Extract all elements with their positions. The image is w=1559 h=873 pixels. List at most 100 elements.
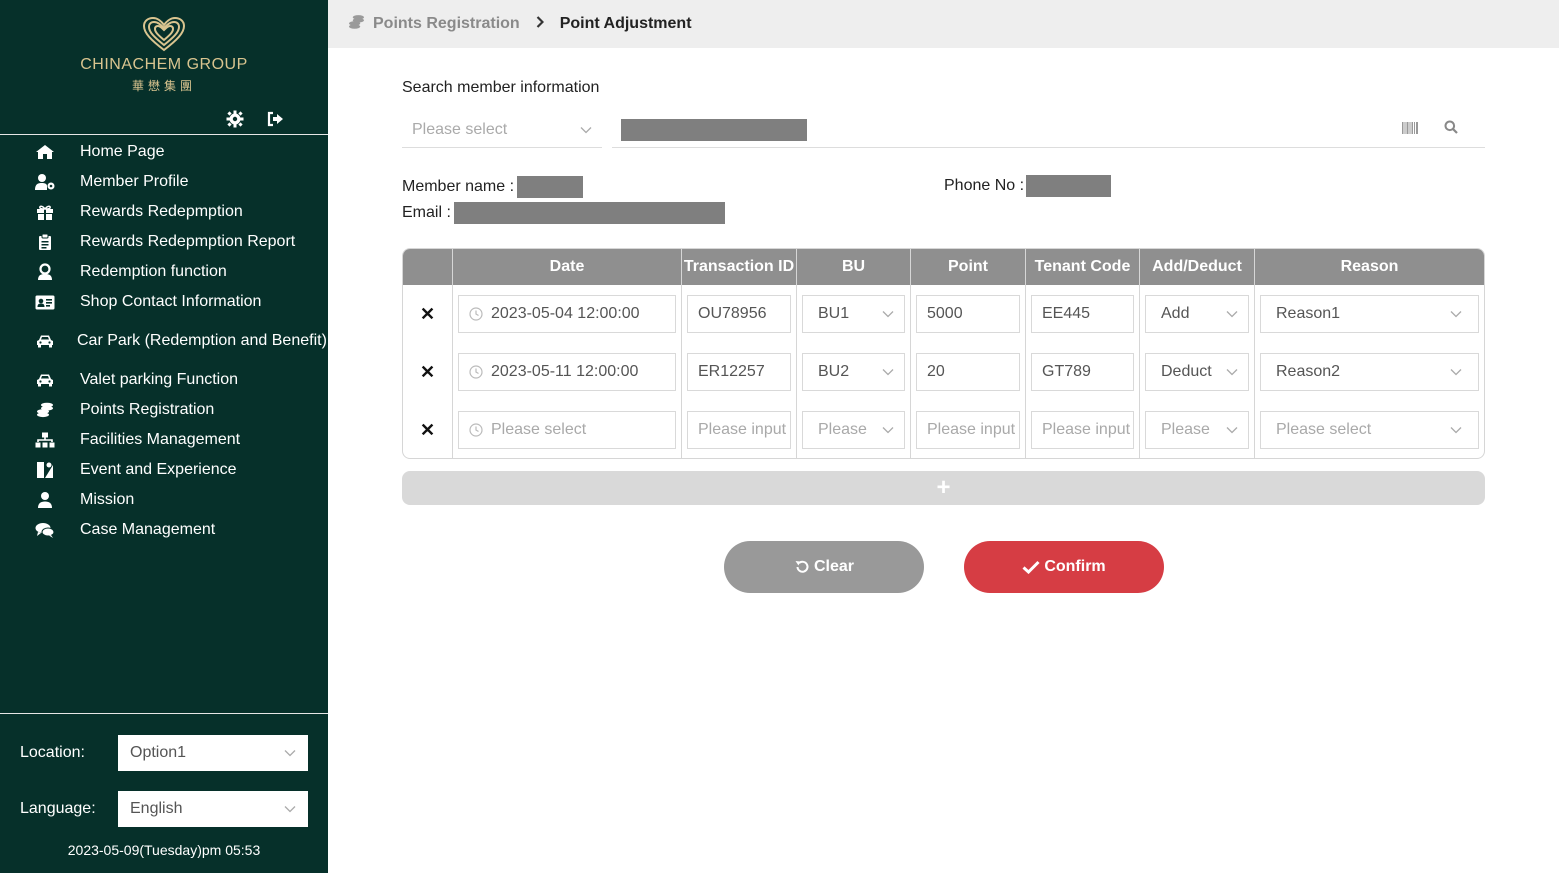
- gear-icon[interactable]: [226, 110, 244, 128]
- car-icon: [34, 371, 56, 389]
- bu-select[interactable]: BU2: [802, 353, 905, 391]
- bu-value: BU1: [818, 305, 850, 322]
- location-label: Location:: [20, 744, 85, 761]
- sidebar-nav: Home Page Member Profile Rewards Redepmp…: [0, 137, 328, 545]
- brand-name: CHINACHEM GROUP: [80, 56, 248, 73]
- language-field: Language: English: [20, 791, 308, 827]
- sidebar-item-facilities[interactable]: Facilities Management: [0, 425, 328, 455]
- add-row-button[interactable]: +: [402, 471, 1485, 505]
- redacted-search-value: [621, 118, 807, 141]
- member-name-label: Member name :: [402, 178, 515, 195]
- sidebar-item-label: Car Park (Redemption and Benefit): [77, 332, 327, 349]
- delete-row-icon[interactable]: ✕: [408, 304, 447, 325]
- breadcrumb-parent[interactable]: Points Registration: [373, 15, 520, 33]
- point-input[interactable]: Please input: [916, 411, 1020, 449]
- chevron-down-icon: [882, 305, 894, 323]
- sidebar-item-label: Valet parking Function: [80, 371, 239, 388]
- sidebar-item-valet-parking[interactable]: Valet parking Function: [0, 365, 328, 395]
- email-row: Email :: [402, 202, 725, 224]
- barcode-icon[interactable]: [1402, 121, 1418, 139]
- header-actions: [403, 249, 453, 285]
- sidebar-item-points-registration[interactable]: Points Registration: [0, 395, 328, 425]
- reason-select[interactable]: Please select: [1260, 411, 1479, 449]
- sidebar-item-home[interactable]: Home Page: [0, 137, 328, 167]
- bu-select[interactable]: Please select: [802, 411, 905, 449]
- contact-card-icon: [34, 293, 56, 311]
- sidebar-item-label: Member Profile: [80, 173, 189, 190]
- sidebar-divider: [0, 134, 328, 135]
- delete-row-icon[interactable]: ✕: [408, 362, 447, 383]
- add-deduct-placeholder: Please select: [1161, 421, 1213, 438]
- date-value: 2023-05-11 12:00:00: [491, 363, 639, 380]
- sidebar-item-label: Case Management: [80, 521, 216, 538]
- sidebar-item-member-profile[interactable]: Member Profile: [0, 167, 328, 197]
- add-deduct-select[interactable]: Please select: [1145, 411, 1249, 449]
- sidebar-item-label: Mission: [80, 491, 135, 508]
- chevron-down-icon: [1226, 305, 1238, 323]
- coins-icon: [34, 401, 56, 419]
- sidebar-clock: 2023-05-09(Tuesday)pm 05:53: [67, 842, 261, 858]
- sidebar-item-label: Points Registration: [80, 401, 215, 418]
- location-select[interactable]: Option1: [118, 735, 308, 771]
- header-point: Point: [911, 249, 1026, 285]
- bu-select[interactable]: BU1: [802, 295, 905, 333]
- date-picker[interactable]: Please select: [458, 411, 676, 449]
- sidebar-item-mission[interactable]: Mission: [0, 485, 328, 515]
- sidebar-item-redemption-function[interactable]: Redemption function: [0, 257, 328, 287]
- coins-icon: [348, 14, 365, 35]
- date-picker[interactable]: 2023-05-11 12:00:00: [458, 353, 676, 391]
- sidebar-item-case-management[interactable]: Case Management: [0, 515, 328, 545]
- reason-select[interactable]: Reason1: [1260, 295, 1479, 333]
- language-select[interactable]: English: [118, 791, 308, 827]
- heart-logo-icon: [142, 16, 186, 52]
- sidebar-item-car-park[interactable]: Car Park (Redemption and Benefit): [0, 317, 328, 365]
- adjustment-table: Date Transaction ID BU Point Tenant Code…: [402, 248, 1485, 459]
- clock-icon: [469, 307, 483, 321]
- sidebar-item-label: Redemption function: [80, 263, 227, 280]
- search-type-select[interactable]: Please select: [402, 112, 602, 148]
- chevron-right-icon: [536, 15, 544, 33]
- search-icon[interactable]: [1444, 120, 1458, 139]
- clock-icon: [469, 365, 483, 379]
- phone-label: Phone No :: [944, 177, 1025, 194]
- date-picker[interactable]: 2023-05-04 12:00:00: [458, 295, 676, 333]
- sidebar-item-label: Rewards Redepmption Report: [80, 233, 296, 250]
- search-input[interactable]: [612, 112, 1485, 148]
- undo-icon: [795, 560, 809, 573]
- bu-value: BU2: [818, 363, 850, 380]
- comments-icon: [34, 521, 56, 539]
- transaction-id-input[interactable]: Please input: [687, 411, 791, 449]
- chevron-down-icon: [882, 421, 894, 439]
- sidebar-item-shop-contact[interactable]: Shop Contact Information: [0, 287, 328, 317]
- breadcrumb-current: Point Adjustment: [559, 15, 692, 32]
- table-row: ✕ 2023-05-11 12:00:00 ER12257 BU2 20 GT7…: [403, 343, 1484, 401]
- point-input[interactable]: 5000: [916, 295, 1020, 333]
- logout-icon[interactable]: [266, 110, 284, 128]
- logo: CHINACHEM GROUP 華懋集團: [0, 16, 328, 94]
- user-tie-icon: [34, 491, 56, 509]
- add-deduct-select[interactable]: Add: [1145, 295, 1249, 333]
- chevron-down-icon: [882, 363, 894, 381]
- confirm-button[interactable]: Confirm: [964, 541, 1164, 593]
- point-input[interactable]: 20: [916, 353, 1020, 391]
- chevron-down-icon: [1450, 305, 1462, 323]
- sidebar-item-label: Event and Experience: [80, 461, 237, 478]
- location-field: Location: Option1: [20, 735, 308, 771]
- chevron-down-icon: [1226, 363, 1238, 381]
- reason-select[interactable]: Reason2: [1260, 353, 1479, 391]
- clear-button[interactable]: Clear: [724, 541, 924, 593]
- sidebar-item-event-experience[interactable]: Event and Experience: [0, 455, 328, 485]
- tenant-code-input[interactable]: EE445: [1031, 295, 1134, 333]
- home-icon: [34, 143, 56, 161]
- tenant-code-input[interactable]: Please input: [1031, 411, 1134, 449]
- sidebar-item-rewards-redemption[interactable]: Rewards Redepmption: [0, 197, 328, 227]
- reason-value: Reason2: [1276, 363, 1341, 380]
- sidebar-item-label: Facilities Management: [80, 431, 241, 448]
- user-badge-icon: [34, 263, 56, 281]
- add-deduct-select[interactable]: Deduct: [1145, 353, 1249, 391]
- delete-row-icon[interactable]: ✕: [408, 420, 447, 441]
- tenant-code-input[interactable]: GT789: [1031, 353, 1134, 391]
- sidebar-item-rewards-report[interactable]: Rewards Redepmption Report: [0, 227, 328, 257]
- transaction-id-input[interactable]: OU78956: [687, 295, 791, 333]
- transaction-id-input[interactable]: ER12257: [687, 353, 791, 391]
